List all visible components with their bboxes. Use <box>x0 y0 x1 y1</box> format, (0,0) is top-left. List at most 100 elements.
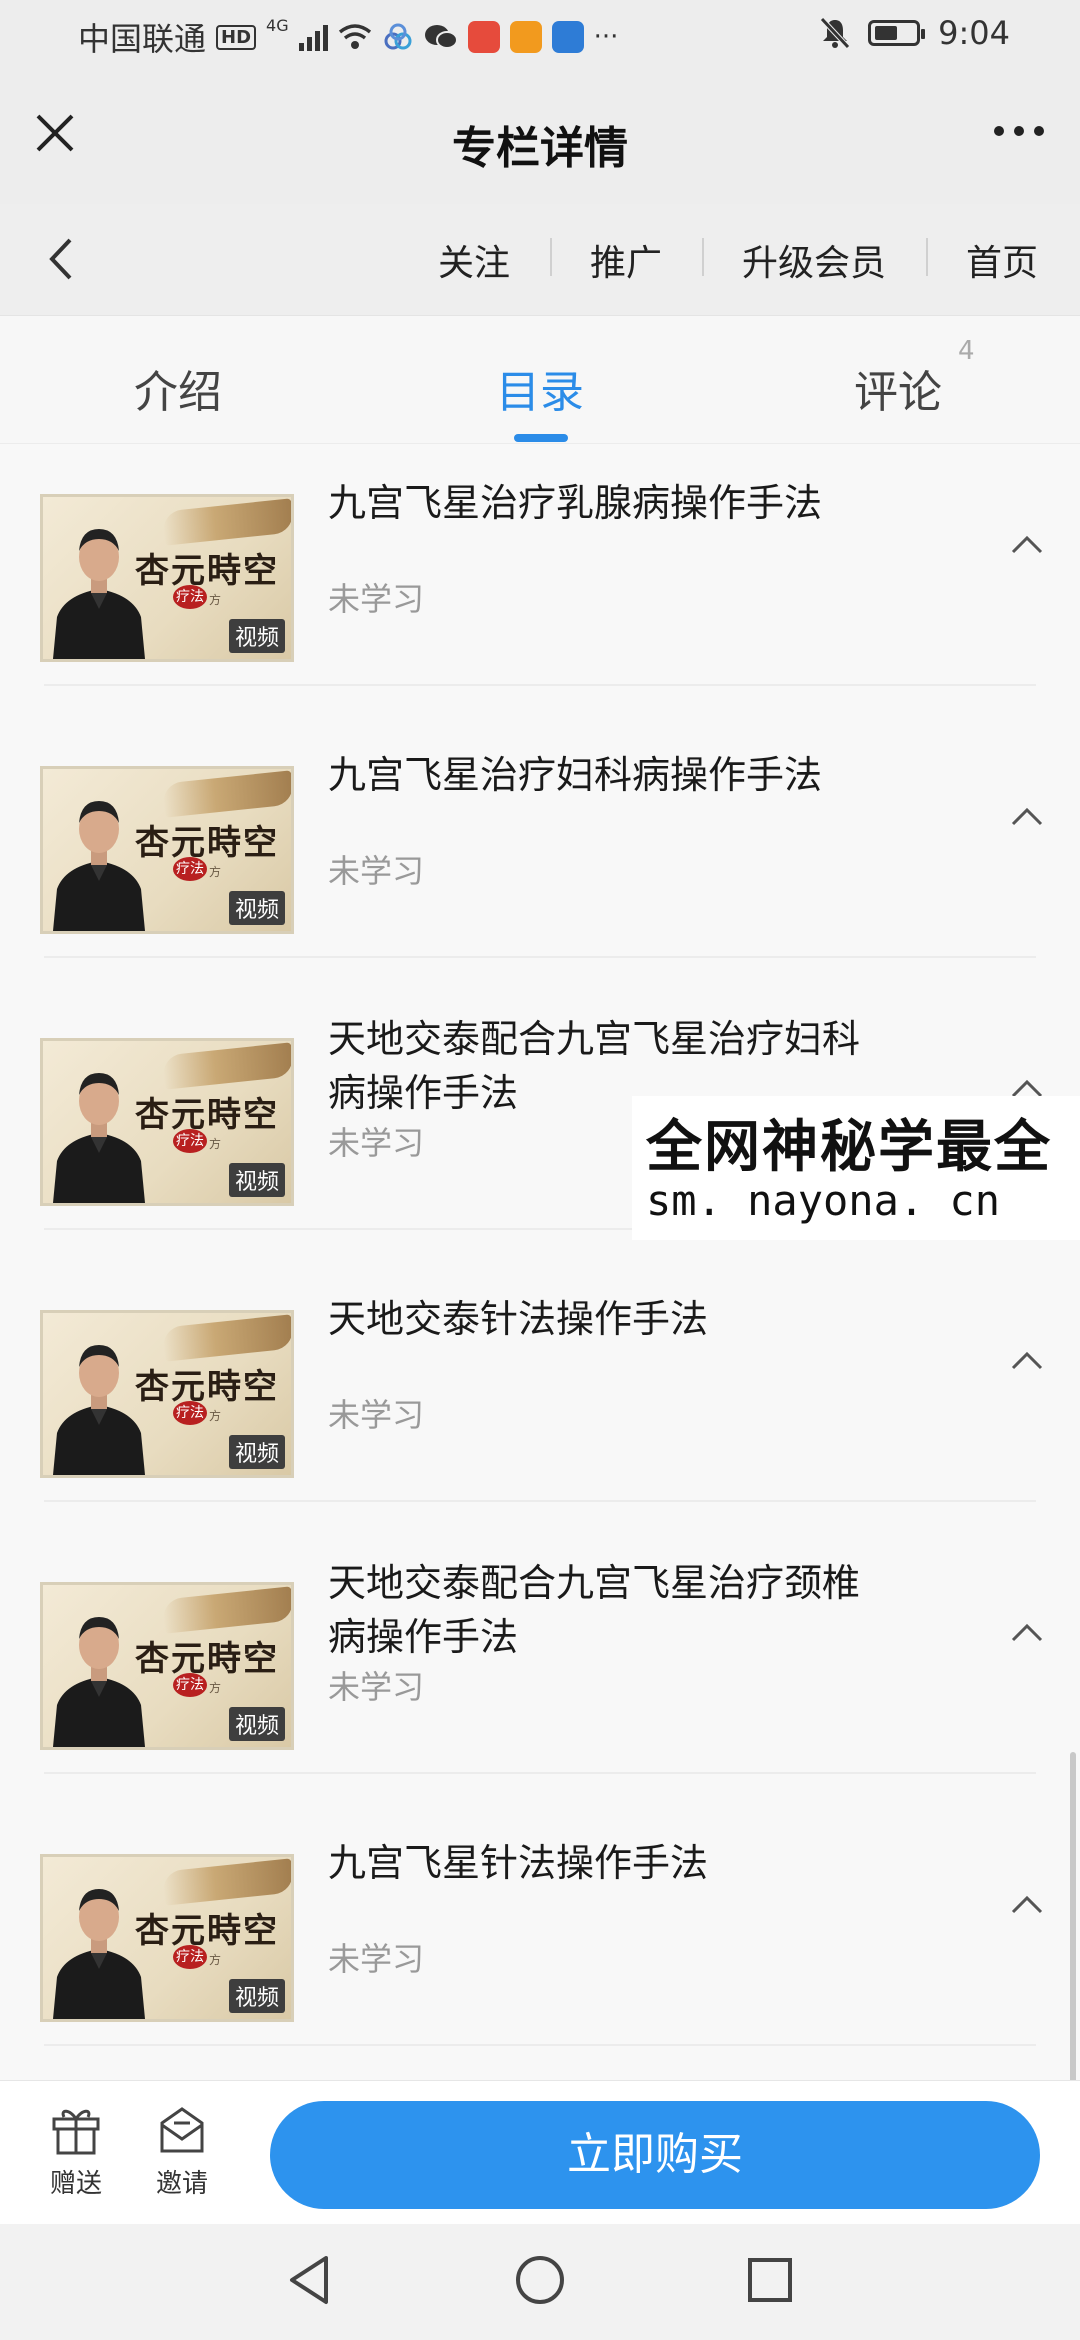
thumbnail-seal: 疗法 <box>173 857 207 881</box>
lesson-thumbnail[interactable]: 杏元時空 疗法方视频 <box>40 766 294 934</box>
page-title: 专栏详情 <box>452 123 628 174</box>
video-badge: 视频 <box>228 1707 285 1741</box>
more-notifications-icon: ··· <box>593 22 619 52</box>
list-item[interactable]: 杏元時空 疗法方视频 九宫飞星治疗乳腺病操作手法未学习 <box>0 444 1080 686</box>
wechat-icon <box>424 25 458 49</box>
lesson-status: 未学习 <box>328 1668 425 1706</box>
lesson-status: 未学习 <box>328 852 425 890</box>
lesson-thumbnail[interactable]: 杏元時空 疗法方视频 <box>40 1582 294 1750</box>
thumbnail-title: 杏元時空 <box>135 1095 279 1135</box>
thumbnail-seal: 疗法 <box>173 1945 207 1969</box>
list-item[interactable]: 杏元時空 疗法方视频 天地交泰针法操作手法 未学习 <box>0 1230 1080 1502</box>
thumbnail-subtext: 方 <box>209 1409 222 1423</box>
bulb-app-icon <box>551 21 584 53</box>
lesson-title[interactable]: 天地交泰针法操作手法 <box>328 1292 888 1346</box>
thumbnail-subtext: 方 <box>209 1681 222 1695</box>
watermark-line-2: sm. nayona. cn <box>646 1176 1001 1225</box>
signal-icon <box>298 23 328 51</box>
buy-now-button[interactable]: 立即购买 <box>270 2101 1040 2209</box>
home-link[interactable]: 首页 <box>925 234 1080 286</box>
thumbnail-title: 杏元時空 <box>135 1911 279 1951</box>
network-type: 4G <box>266 15 289 35</box>
mute-bell-icon <box>820 17 850 49</box>
video-badge: 视频 <box>228 1979 285 2013</box>
thumbnail-seal: 疗法 <box>173 585 207 609</box>
chevron-up-icon[interactable] <box>1010 532 1044 556</box>
lesson-title[interactable]: 九宫飞星治疗乳腺病操作手法 <box>328 476 888 530</box>
upgrade-membership-link[interactable]: 升级会员 <box>701 234 926 286</box>
chevron-up-icon[interactable] <box>1010 1348 1044 1372</box>
brush-stroke-decoration <box>161 1858 291 1906</box>
lesson-thumbnail[interactable]: 杏元時空 疗法方视频 <box>40 1038 294 1206</box>
thumbnail-seal: 疗法 <box>173 1673 207 1697</box>
lesson-status: 未学习 <box>328 1940 425 1978</box>
brush-stroke-decoration <box>161 498 291 546</box>
hd-indicator: HD <box>216 24 257 50</box>
cloud-app-icon <box>384 23 412 50</box>
video-badge: 视频 <box>228 1435 285 1469</box>
status-bar-left: 中国联通 HD 4G ··· <box>78 14 618 60</box>
video-badge: 视频 <box>228 619 285 653</box>
lesson-title[interactable]: 天地交泰配合九宫飞星治疗颈椎病操作手法 <box>328 1556 888 1664</box>
thumbnail-title: 杏元時空 <box>135 1367 279 1407</box>
watermark: 全网神秘学最全 sm. nayona. cn <box>632 1096 1080 1240</box>
thumbnail-seal: 疗法 <box>173 1401 207 1425</box>
thumbnail-title: 杏元時空 <box>135 823 279 863</box>
chevron-up-icon[interactable] <box>1010 1892 1044 1916</box>
brush-stroke-decoration <box>161 1042 291 1090</box>
tab-intro[interactable]: 介绍 <box>134 356 222 420</box>
wifi-icon <box>338 24 371 49</box>
invite-envelope-icon <box>160 2107 204 2153</box>
video-badge: 视频 <box>228 891 285 925</box>
brush-stroke-decoration <box>161 1586 291 1634</box>
nav-home-icon[interactable] <box>514 2254 566 2306</box>
nav-back-icon[interactable] <box>286 2254 334 2306</box>
list-item[interactable]: 杏元時空 疗法方视频 天地交泰配合九宫飞星治疗颈椎病操作手法未学习 <box>0 1502 1080 1774</box>
thumbnail-subtext: 方 <box>209 865 222 879</box>
column-nav-bar: 关注 推广 升级会员 首页 <box>0 204 1080 316</box>
brush-stroke-decoration <box>161 1314 291 1362</box>
lesson-title[interactable]: 九宫飞星针法操作手法 <box>328 1836 888 1890</box>
divider <box>44 2044 1036 2046</box>
more-options-icon[interactable] <box>994 126 1044 136</box>
title-bar: 专栏详情 <box>0 72 1080 204</box>
bottom-action-bar: 赠送 邀请 立即购买 <box>0 2080 1080 2224</box>
huawei-video-icon <box>467 21 500 53</box>
system-nav-bar <box>0 2224 1080 2340</box>
promote-link[interactable]: 推广 <box>549 234 702 286</box>
follow-link[interactable]: 关注 <box>398 234 550 286</box>
status-bar-right: 9:04 <box>820 14 1010 52</box>
invite-button[interactable]: 邀请 <box>142 2105 222 2200</box>
lesson-title[interactable]: 九宫飞星治疗妇科病操作手法 <box>328 748 888 802</box>
lesson-status: 未学习 <box>328 1124 425 1162</box>
video-badge: 视频 <box>228 1163 285 1197</box>
chevron-up-icon[interactable] <box>1010 804 1044 828</box>
gift-icon <box>52 2109 100 2155</box>
battery-icon <box>868 20 926 46</box>
carrier-name: 中国联通 <box>78 20 207 58</box>
tab-catalog[interactable]: 目录 <box>496 356 584 420</box>
lesson-thumbnail[interactable]: 杏元時空 疗法方视频 <box>40 494 294 662</box>
catalog-list: 杏元時空 疗法方视频 九宫飞星治疗乳腺病操作手法 未学习 杏元時空 疗法方视频 九宫飞星治疗… <box>0 444 1080 2080</box>
gift-label: 赠送 <box>49 2169 102 2199</box>
thumbnail-title: 杏元時空 <box>135 551 279 591</box>
list-item[interactable]: 杏元時空 疗法方视频 九宫飞星治疗妇科病操作手法 未学习 <box>0 686 1080 958</box>
brush-stroke-decoration <box>161 770 291 818</box>
back-chevron-icon[interactable] <box>44 234 76 284</box>
tab-comments[interactable]: 评论 <box>854 356 942 420</box>
watermark-line-1: 全网神秘学最全 <box>646 1115 1052 1180</box>
lesson-thumbnail[interactable]: 杏元時空 疗法方视频 <box>40 1310 294 1478</box>
list-item[interactable]: 杏元時空 疗法方视频 九宫飞星针法操作手法 未学习 <box>0 1774 1080 2046</box>
nav-recents-icon[interactable] <box>746 2254 794 2306</box>
thumbnail-seal: 疗法 <box>173 1129 207 1153</box>
lesson-thumbnail[interactable]: 杏元時空 疗法方视频 <box>40 1854 294 2022</box>
invite-label: 邀请 <box>155 2169 208 2199</box>
lesson-status: 未学习 <box>328 580 425 618</box>
lesson-status: 未学习 <box>328 1396 425 1434</box>
chevron-up-icon[interactable] <box>1010 1620 1044 1644</box>
clock: 9:04 <box>938 14 1010 52</box>
column-nav-links: 关注 推广 升级会员 首页 <box>398 204 1080 316</box>
comment-count-badge: 4 <box>958 336 975 366</box>
gift-button[interactable]: 赠送 <box>36 2105 116 2200</box>
thumbnail-subtext: 方 <box>209 1953 222 1967</box>
